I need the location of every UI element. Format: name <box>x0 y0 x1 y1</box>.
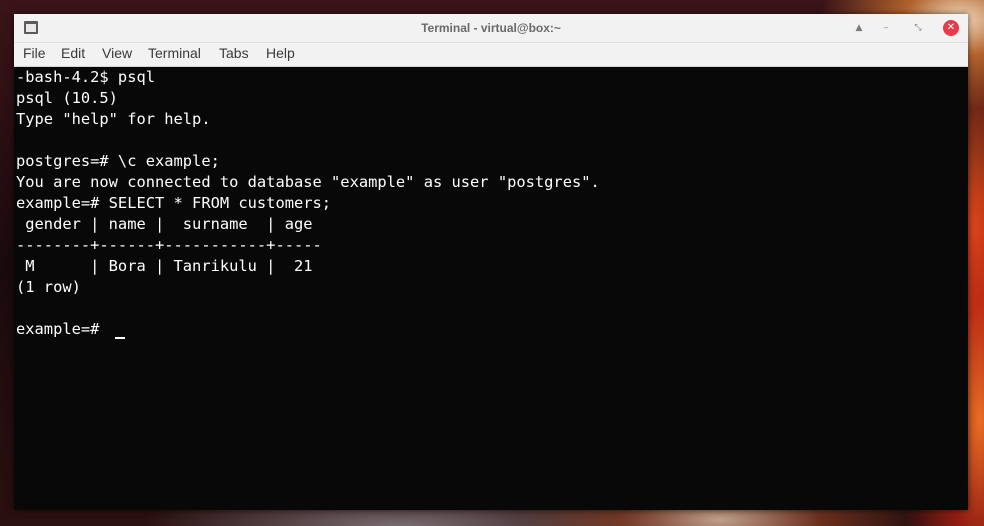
window-title: Terminal - virtual@box:~ <box>421 21 561 35</box>
terminal-line: -bash-4.2$ psql <box>16 68 155 86</box>
terminal-line: You are now connected to database "examp… <box>16 173 600 191</box>
terminal-output-area[interactable]: -bash-4.2$ psql psql (10.5) Type "help" … <box>14 67 968 510</box>
maximize-window-button[interactable]: ⤡ <box>910 20 926 36</box>
terminal-line: (1 row) <box>16 278 81 296</box>
menu-tabs[interactable]: Tabs <box>219 43 249 66</box>
table-separator-line: --------+------+-----------+----- <box>16 236 322 254</box>
close-window-button[interactable]: ✕ <box>943 20 959 36</box>
block-cursor <box>115 337 125 339</box>
menu-help[interactable]: Help <box>266 43 295 66</box>
table-header-line: gender | name | surname | age <box>16 215 313 233</box>
terminal-line: example=# SELECT * FROM customers; <box>16 194 332 212</box>
terminal-window: Terminal - virtual@box:~ ▲ – ⤡ ✕ File Ed… <box>14 14 968 510</box>
menu-bar: File Edit View Terminal Tabs Help <box>14 43 968 67</box>
shade-window-button[interactable]: ▲ <box>851 20 867 36</box>
menu-edit[interactable]: Edit <box>61 43 85 66</box>
title-bar[interactable]: Terminal - virtual@box:~ ▲ – ⤡ ✕ <box>14 14 968 43</box>
terminal-line: postgres=# \c example; <box>16 152 220 170</box>
terminal-line: Type "help" for help. <box>16 110 211 128</box>
minimize-window-button[interactable]: – <box>878 20 894 36</box>
terminal-line: psql (10.5) <box>16 89 118 107</box>
table-row: M | Bora | Tanrikulu | 21 <box>16 257 313 275</box>
menu-file[interactable]: File <box>23 43 46 66</box>
menu-view[interactable]: View <box>102 43 132 66</box>
terminal-prompt-line[interactable]: example=# <box>16 319 109 340</box>
menu-terminal[interactable]: Terminal <box>148 43 201 66</box>
